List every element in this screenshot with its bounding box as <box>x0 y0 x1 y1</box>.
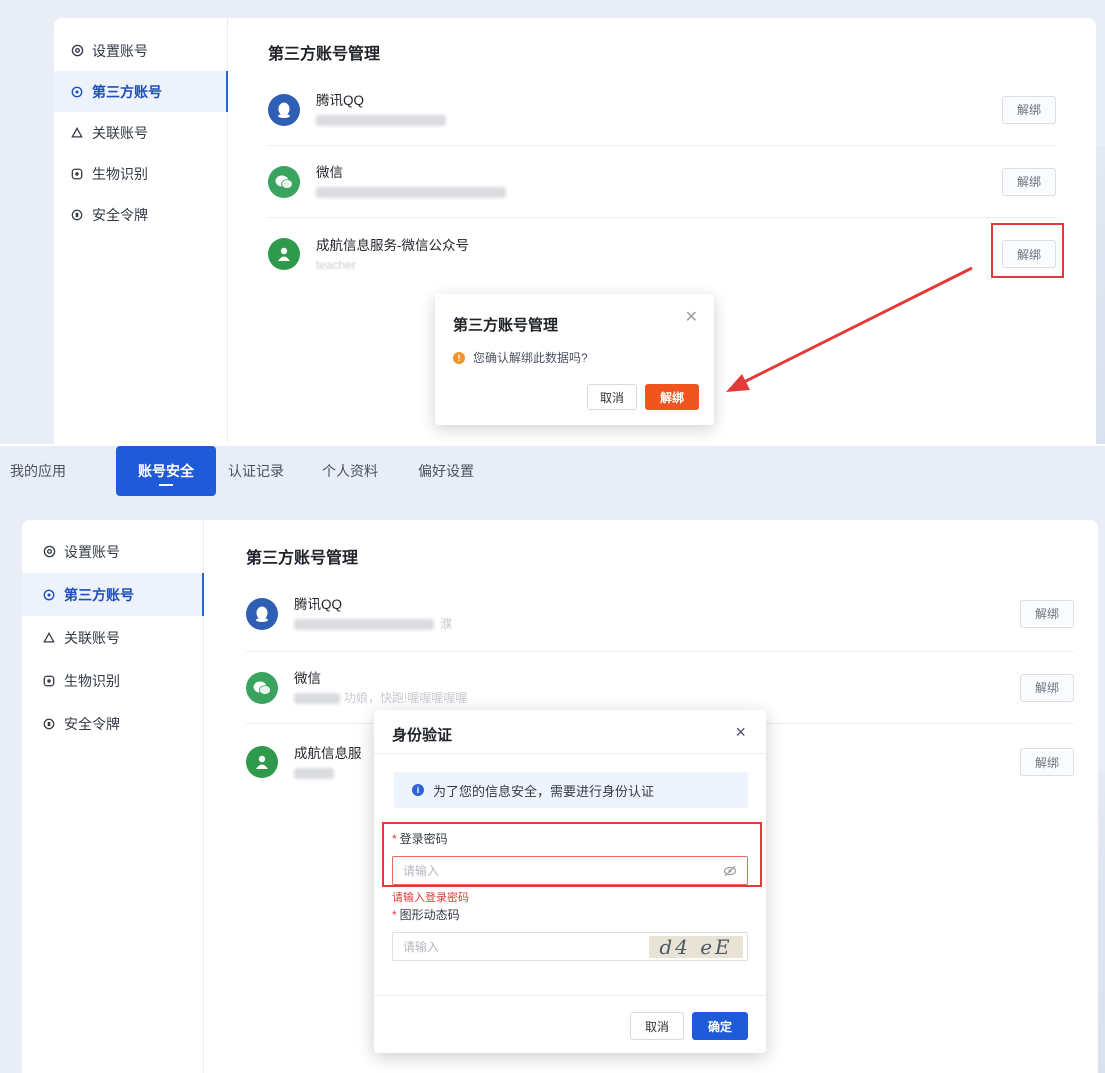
qq-icon <box>246 597 278 630</box>
security-tip: i 为了您的信息安全，需要进行身份认证 <box>394 772 748 808</box>
confirm-button[interactable]: 确定 <box>692 1012 748 1040</box>
captcha-image[interactable]: d4 eE <box>649 935 743 959</box>
gear-icon <box>42 545 56 559</box>
sidebar-item-third-party[interactable]: 第三方账号 <box>22 573 204 616</box>
highlight-box <box>382 822 762 887</box>
confirm-unbind-button[interactable]: 解绑 <box>645 384 699 410</box>
cancel-button[interactable]: 取消 <box>587 384 637 410</box>
face-scan-icon <box>42 674 56 688</box>
unbind-button[interactable]: 解绑 <box>1020 748 1074 776</box>
gear-icon <box>70 44 84 58</box>
sidebar-item-label: 第三方账号 <box>64 586 134 603</box>
dialog-title: 身份验证 <box>392 727 453 744</box>
top-screenshot: 设置账号 第三方账号 关联账号 生物识别 安全令牌 第三方账号管理 腾讯QQ 解… <box>0 0 1105 446</box>
close-icon[interactable]: × <box>735 722 746 743</box>
account-sub: teacher <box>316 257 357 272</box>
tab-preferences[interactable]: 偏好设置 <box>418 446 474 496</box>
account-name: 微信 <box>316 165 343 180</box>
unbind-button[interactable]: 解绑 <box>1020 673 1074 702</box>
sidebar-item-linked[interactable]: 关联账号 <box>54 112 227 153</box>
top-tab-bar: 我的应用 账号安全 认证记录 个人资料 偏好设置 <box>0 446 1105 502</box>
warning-icon: ! <box>453 351 465 364</box>
dialog-footer: 取消 确定 <box>374 995 766 1053</box>
sidebar-item-token[interactable]: 安全令牌 <box>54 194 227 235</box>
account-name: 微信 <box>294 671 321 686</box>
tab-my-apps[interactable]: 我的应用 <box>10 446 66 496</box>
highlight-box <box>991 223 1064 278</box>
sidebar-item-biometric[interactable]: 生物识别 <box>54 153 227 194</box>
account-row-qq: 腾讯QQ 濮 解绑 <box>246 576 1074 652</box>
section-title: 第三方账号管理 <box>246 550 359 567</box>
account-id-blurred <box>294 767 362 780</box>
token-icon <box>42 717 56 731</box>
user-icon <box>246 746 278 778</box>
sidebar-item-label: 第三方账号 <box>92 83 162 100</box>
sidebar-item-label: 安全令牌 <box>64 715 120 732</box>
confirm-unbind-dialog: 第三方账号管理 ✕ ! 您确认解绑此数据吗? 取消 解绑 <box>435 294 714 425</box>
section-title: 第三方账号管理 <box>268 46 381 63</box>
account-id-blurred: 功娘，快跑!喔喔喔喔喔 <box>294 692 467 705</box>
tab-auth-records[interactable]: 认证记录 <box>228 446 284 496</box>
token-icon <box>70 208 84 222</box>
tab-profile[interactable]: 个人资料 <box>322 446 378 496</box>
wechat-icon <box>246 671 278 704</box>
sidebar-item-biometric[interactable]: 生物识别 <box>22 659 203 702</box>
account-name: 腾讯QQ <box>316 93 365 108</box>
sidebar-item-label: 关联账号 <box>92 124 148 141</box>
sidebar: 设置账号 第三方账号 关联账号 生物识别 安全令牌 <box>54 18 228 446</box>
sidebar-item-label: 生物识别 <box>92 165 148 182</box>
account-id-blurred <box>316 114 446 127</box>
dialog-message: ! 您确认解绑此数据吗? <box>453 349 588 366</box>
unbind-button[interactable]: 解绑 <box>1002 95 1056 124</box>
sidebar-item-label: 设置账号 <box>92 42 148 59</box>
info-icon: i <box>412 784 424 796</box>
account-row-official: 成航信息服务-微信公众号 teacher 解绑 <box>268 218 1056 290</box>
account-list: 腾讯QQ 解绑 微信 解绑 成航信息服务-微信公众号 teacher 解绑 <box>268 74 1056 290</box>
captcha-label: * 图形动态码 <box>392 908 460 922</box>
cancel-button[interactable]: 取消 <box>630 1012 684 1040</box>
sidebar-item-third-party[interactable]: 第三方账号 <box>54 71 228 112</box>
captcha-input[interactable]: 请输入 d4 eE <box>392 932 748 961</box>
account-name: 腾讯QQ <box>294 597 343 612</box>
account-name: 成航信息服务-微信公众号 <box>316 237 469 253</box>
user-icon <box>268 238 300 270</box>
account-row-qq: 腾讯QQ 解绑 <box>268 74 1056 146</box>
sidebar-item-label: 设置账号 <box>64 543 120 560</box>
unbind-button[interactable]: 解绑 <box>1020 599 1074 628</box>
link-icon <box>42 631 56 645</box>
shield-icon <box>42 588 56 602</box>
account-name: 成航信息服 <box>294 745 362 761</box>
sidebar-item-linked[interactable]: 关联账号 <box>22 616 203 659</box>
tab-account-security[interactable]: 账号安全 <box>116 446 216 496</box>
shield-icon <box>70 85 84 99</box>
unbind-button[interactable]: 解绑 <box>1002 167 1056 196</box>
account-id-blurred <box>316 186 506 199</box>
sidebar-item-token[interactable]: 安全令牌 <box>22 702 203 745</box>
sidebar-item-settings[interactable]: 设置账号 <box>22 530 203 573</box>
sidebar-item-label: 生物识别 <box>64 672 120 689</box>
close-icon[interactable]: ✕ <box>685 307 698 327</box>
face-scan-icon <box>70 167 84 181</box>
sidebar-item-label: 关联账号 <box>64 629 120 646</box>
password-error: 请输入登录密码 <box>392 892 469 904</box>
sidebar-item-settings[interactable]: 设置账号 <box>54 30 227 71</box>
dialog-title: 第三方账号管理 <box>453 317 559 334</box>
account-id-blurred: 濮 <box>294 618 452 631</box>
qq-icon <box>268 93 300 126</box>
sidebar-item-label: 安全令牌 <box>92 206 148 223</box>
account-row-wechat: 微信 解绑 <box>268 146 1056 218</box>
sidebar: 设置账号 第三方账号 关联账号 生物识别 安全令牌 <box>22 520 204 1073</box>
wechat-icon <box>268 165 300 198</box>
link-icon <box>70 126 84 140</box>
